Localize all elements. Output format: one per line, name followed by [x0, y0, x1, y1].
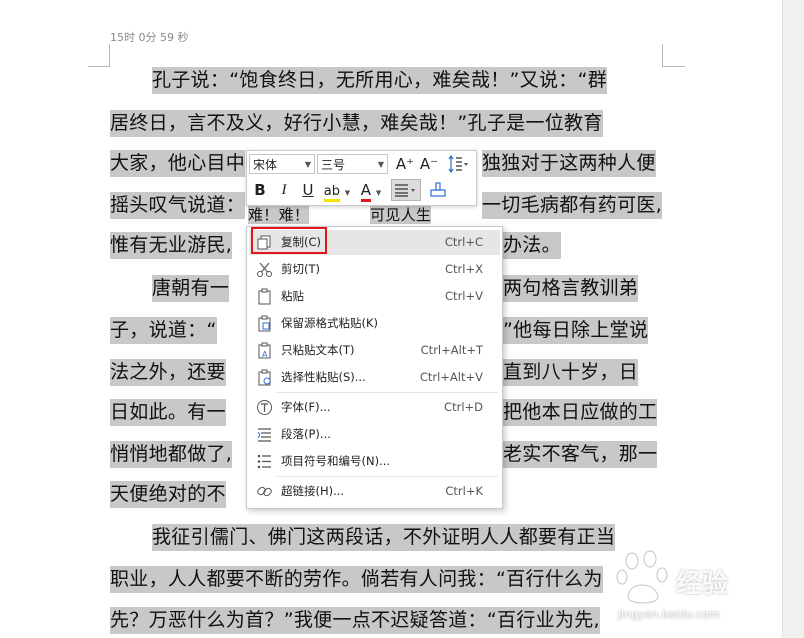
doc-line[interactable]: 大家，他心目中	[110, 150, 246, 177]
chevron-down-icon: ▼	[304, 160, 311, 169]
doc-line[interactable]: 唐朝有一	[152, 275, 230, 302]
svg-text:A: A	[262, 350, 268, 359]
doc-line[interactable]: 办法。	[503, 232, 561, 259]
menu-item-shortcut: Ctrl+X	[445, 262, 483, 276]
chevron-down-icon: ▼	[375, 189, 382, 197]
format-painter-button[interactable]	[427, 179, 449, 201]
paste-keep-format-icon	[258, 315, 271, 332]
watermark: 经验 jingyan.baidu.com	[610, 545, 770, 625]
menu-item-paste-special[interactable]: 选择性粘贴(S)... Ctrl+Alt+V	[249, 365, 500, 390]
menu-item-shortcut: Ctrl+V	[445, 289, 483, 303]
menu-item-label: 字体(F)...	[281, 400, 331, 414]
scissors-icon	[257, 262, 272, 277]
doc-line[interactable]: 法之外，还要	[110, 359, 226, 386]
context-menu: 复制(C) Ctrl+C 剪切(T) Ctrl+X 粘贴 Ctrl+V 保留源格…	[246, 226, 503, 509]
paste-icon	[258, 288, 271, 305]
copy-highlight-annotation	[251, 227, 327, 254]
line-spacing-icon	[448, 154, 468, 174]
grow-font-button[interactable]: A⁺	[395, 153, 415, 175]
menu-item-shortcut: Ctrl+K	[445, 484, 483, 498]
elapsed-timer: 15时 0分 59 秒	[110, 31, 189, 44]
menu-item-label: 段落(P)...	[281, 427, 331, 441]
chevron-down-icon: ▼	[377, 160, 384, 169]
align-button[interactable]	[391, 179, 421, 201]
menu-item-cut[interactable]: 剪切(T) Ctrl+X	[249, 257, 500, 282]
menu-item-label: 剪切(T)	[281, 262, 320, 276]
watermark-title: 经验	[676, 569, 729, 599]
menu-item-label: 项目符号和编号(N)...	[281, 454, 391, 468]
highlight-label: ab	[323, 184, 341, 202]
doc-line[interactable]: 孔子说：“饱食终日，无所用心，难矣哉！”又说：“群	[152, 67, 608, 94]
menu-item-shortcut: Ctrl+Alt+V	[419, 370, 483, 384]
menu-item-font[interactable]: 字体(F)... Ctrl+D	[249, 395, 500, 420]
doc-line[interactable]: 惟有无业游民,	[110, 232, 233, 259]
shrink-font-button[interactable]: A⁻	[419, 153, 439, 175]
bullets-icon	[257, 454, 271, 469]
menu-item-shortcut: Ctrl+C	[444, 235, 483, 249]
bold-button[interactable]: B	[250, 179, 270, 201]
doc-line[interactable]: ”他每日除上堂说	[503, 317, 649, 344]
font-name-select[interactable]: 宋体 ▼	[249, 154, 315, 174]
doc-line[interactable]: 先？万恶什么为首？”我便一点不迟疑答道：“百行业为先,	[110, 607, 600, 634]
menu-item-label: 只粘贴文本(T)	[281, 343, 355, 357]
link-icon	[257, 486, 272, 497]
doc-line[interactable]: 子，说道：“	[110, 317, 217, 344]
menu-item-paste-text-only[interactable]: A 只粘贴文本(T) Ctrl+Alt+T	[249, 338, 500, 363]
chevron-down-icon: ▼	[344, 189, 351, 197]
doc-line[interactable]: 可见人生	[370, 206, 432, 224]
doc-line[interactable]: 居终日，言不及义，好行小慧，难矣哉！”孔子是一位教育	[110, 110, 603, 137]
baidu-paw-logo-icon	[616, 550, 668, 604]
font-size-value: 三号	[321, 158, 346, 172]
doc-line[interactable]: 天便绝对的不	[110, 481, 226, 508]
format-painter-icon	[430, 182, 446, 197]
doc-line[interactable]: 摇头叹气说道：	[110, 192, 246, 219]
doc-line[interactable]: 一切毛病都有药可医,	[482, 192, 663, 219]
menu-item-shortcut: Ctrl+D	[444, 400, 483, 414]
menu-item-label: 保留源格式粘贴(K)	[281, 316, 379, 330]
doc-line[interactable]: 悄悄地都做了,	[110, 441, 233, 468]
menu-item-paragraph[interactable]: 段落(P)...	[249, 422, 500, 447]
font-name-value: 宋体	[253, 158, 278, 172]
font-color-label: A	[360, 181, 372, 202]
margin-mark-left-v	[109, 44, 110, 67]
paragraph-icon	[257, 428, 271, 442]
menu-item-hyperlink[interactable]: 超链接(H)... Ctrl+K	[249, 479, 500, 504]
doc-line[interactable]: 两句格言教训弟	[503, 275, 639, 302]
highlight-button[interactable]: ab ▼	[322, 179, 352, 202]
menu-item-paste-keep-format[interactable]: 保留源格式粘贴(K)	[249, 311, 500, 336]
menu-item-shortcut: Ctrl+Alt+T	[420, 343, 483, 357]
paste-special-icon	[258, 369, 271, 386]
margin-mark-right-v	[662, 44, 663, 67]
doc-line[interactable]: 难！难！	[248, 206, 310, 224]
menu-item-paste[interactable]: 粘贴 Ctrl+V	[249, 284, 500, 309]
underline-button[interactable]: U	[298, 179, 318, 201]
menu-item-bullets-numbering[interactable]: 项目符号和编号(N)...	[249, 449, 500, 474]
doc-line[interactable]: 把他本日应做的工	[503, 399, 658, 426]
font-size-select[interactable]: 三号 ▼	[317, 154, 388, 174]
vertical-scrollbar[interactable]	[782, 0, 804, 638]
menu-item-label: 选择性粘贴(S)...	[281, 370, 366, 384]
mini-format-toolbar: 宋体 ▼ 三号 ▼ A⁺ A⁻ B I U ab ▼ A ▼	[246, 150, 477, 206]
font-icon	[257, 400, 272, 415]
doc-line[interactable]: 我征引儒门、佛门这两段话，不外证明人人都要有正当	[152, 524, 616, 551]
doc-line[interactable]: 老实不客气，那一	[503, 441, 658, 468]
menu-item-label: 超链接(H)...	[281, 484, 345, 498]
italic-button[interactable]: I	[274, 179, 294, 201]
font-color-button[interactable]: A ▼	[357, 179, 385, 202]
margin-mark-left-h	[88, 66, 110, 67]
watermark-url: jingyan.baidu.com	[618, 608, 720, 621]
doc-line[interactable]: 日如此。有一	[110, 399, 226, 426]
line-spacing-button[interactable]	[445, 153, 471, 175]
align-justify-icon	[395, 184, 415, 197]
doc-line[interactable]: 职业，人人都要不断的劳作。倘若有人问我：“百行什么为	[110, 566, 603, 593]
doc-line[interactable]: 独独对于这两种人便	[482, 150, 656, 177]
menu-item-label: 粘贴	[281, 289, 304, 303]
menu-separator	[277, 476, 498, 477]
paste-text-icon: A	[258, 342, 271, 359]
doc-line[interactable]: 直到八十岁，日	[503, 359, 639, 386]
menu-separator	[277, 392, 498, 393]
margin-mark-right-h	[663, 66, 685, 67]
